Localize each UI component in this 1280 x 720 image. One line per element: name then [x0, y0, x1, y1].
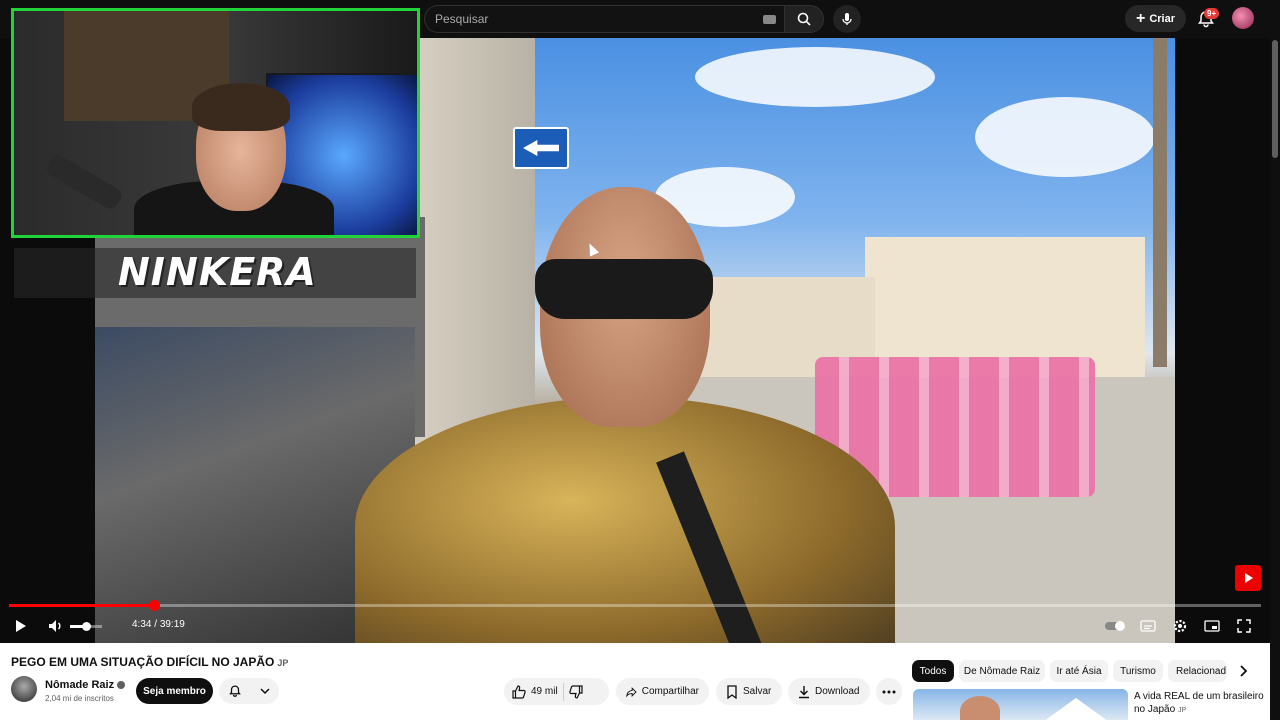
dislike-button[interactable] [568, 684, 583, 699]
player-controls: 4:34 / 39:19 [0, 612, 1270, 640]
channel-name-text: Nômade Raiz [45, 679, 115, 691]
download-icon [799, 685, 809, 698]
like-count: 49 mil [531, 686, 558, 697]
create-label: Criar [1149, 12, 1176, 25]
cloud [695, 47, 935, 107]
thumbs-up-icon [512, 684, 526, 699]
gear-icon [1173, 619, 1187, 633]
bell-icon [229, 685, 241, 697]
subtitles-icon [1140, 620, 1156, 632]
subtitles-button[interactable] [1138, 612, 1158, 640]
time-separator: / [151, 619, 160, 630]
chevron-down-icon [260, 688, 270, 695]
like-dislike-group: 49 mil [504, 678, 609, 705]
channel-avatar[interactable] [11, 676, 37, 702]
thumbnail-person [960, 696, 1000, 720]
verified-icon [117, 681, 126, 689]
time-total: 39:19 [159, 619, 185, 630]
like-button[interactable]: 49 mil [512, 684, 558, 699]
cloud [975, 97, 1155, 177]
thumbnail-mountain [1040, 698, 1112, 720]
recommendation-chips: Todos De Nômade Raiz Ir até Ásia Turismo… [912, 660, 1257, 682]
share-button[interactable]: Compartilhar [616, 678, 709, 705]
fullscreen-icon [1237, 619, 1251, 633]
time-current: 4:34 [132, 619, 152, 630]
search-input[interactable]: Pesquisar [424, 5, 785, 33]
recommendation-title-suffix: JP [1177, 707, 1187, 714]
chip-tourism[interactable]: Turismo [1113, 660, 1163, 682]
voice-search-button[interactable] [833, 5, 861, 33]
video-title-text: PEGO EM UMA SITUAÇÃO DIFÍCIL NO JAPÃO [11, 655, 275, 669]
search-placeholder: Pesquisar [435, 12, 489, 26]
share-icon [626, 686, 637, 698]
join-button[interactable]: Seja membro [136, 678, 213, 704]
subscription-bell-button[interactable] [219, 678, 279, 704]
autoplay-toggle-icon [1105, 621, 1125, 631]
play-icon [16, 620, 26, 632]
scrollbar-thumb[interactable] [1272, 40, 1278, 158]
notifications-badge: 9+ [1204, 8, 1220, 19]
create-button[interactable]: + Criar [1125, 5, 1186, 32]
miniplayer-icon [1204, 620, 1220, 632]
autoplay-toggle[interactable] [1103, 612, 1127, 640]
time-display: 4:34 / 39:19 [132, 619, 185, 630]
search-button[interactable] [784, 5, 824, 33]
download-label: Download [815, 686, 860, 697]
thumbs-down-icon [568, 684, 583, 699]
download-button[interactable]: Download [788, 678, 870, 705]
video-title-suffix: JP [277, 658, 289, 668]
save-button[interactable]: Salvar [716, 678, 782, 705]
play-button[interactable] [10, 612, 32, 640]
fullscreen-button[interactable] [1234, 612, 1254, 640]
search-bar[interactable]: Pesquisar [424, 5, 824, 33]
chevron-right-icon[interactable] [1235, 663, 1251, 679]
plus-icon: + [1135, 9, 1146, 27]
save-label: Salvar [743, 686, 772, 697]
video-title: PEGO EM UMA SITUAÇÃO DIFÍCIL NO JAPÃO JP [11, 655, 288, 669]
progress-bar[interactable] [9, 600, 1261, 611]
chip-asia[interactable]: Ir até Ásia [1050, 660, 1108, 682]
microphone [43, 152, 125, 212]
progress-played [9, 604, 155, 607]
account-avatar[interactable] [1232, 7, 1254, 29]
chip-all[interactable]: Todos [912, 660, 954, 682]
subscriber-count: 2,04 mi de inscritos [45, 694, 114, 703]
settings-button[interactable] [1170, 612, 1190, 640]
overlay-logo: NINKERA [118, 250, 317, 294]
volume-slider[interactable] [70, 622, 102, 631]
more-horizontal-icon [882, 690, 896, 693]
more-actions-button[interactable] [876, 678, 902, 705]
volume-icon [49, 620, 61, 632]
volume-knob[interactable] [82, 622, 91, 631]
keyboard-icon[interactable] [763, 15, 777, 24]
recommendation-title-text: A vida REAL de um brasileiro no Japão [1134, 691, 1264, 715]
microphone-icon [842, 13, 852, 25]
mute-button[interactable] [46, 612, 66, 640]
miniplayer-button[interactable] [1202, 612, 1222, 640]
utility-pole [1153, 37, 1167, 367]
share-label: Compartilhar [641, 686, 699, 697]
chip-related[interactable]: Relacionad [1168, 660, 1227, 682]
channel-name[interactable]: Nômade Raiz [45, 679, 126, 691]
sunglasses [535, 259, 713, 319]
channel-watermark[interactable] [1235, 565, 1261, 591]
chip-from-channel[interactable]: De Nômade Raiz [959, 660, 1045, 682]
search-icon [797, 12, 811, 26]
bookmark-icon [727, 684, 737, 699]
divider [562, 682, 564, 701]
streamer-hair [192, 83, 290, 131]
streamer-webcam [11, 8, 420, 238]
recommendation-title[interactable]: A vida REAL de um brasileiro no Japão JP [1134, 690, 1264, 717]
